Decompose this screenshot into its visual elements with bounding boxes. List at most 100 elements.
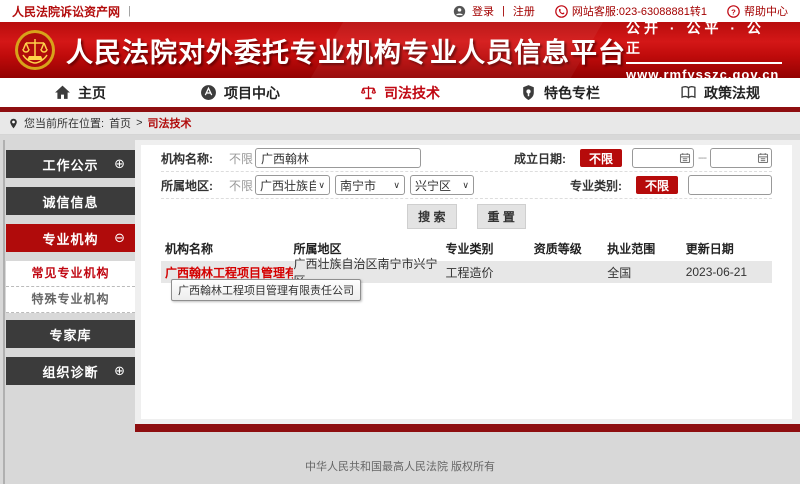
footer: 中华人民共和国最高人民法院 版权所有 xyxy=(0,432,800,484)
sidebar-item-expert-pool-label: 专家库 xyxy=(49,325,91,344)
city-select-value: 南宁市 xyxy=(340,177,391,194)
region-any[interactable]: 不限 xyxy=(229,177,255,194)
category-any-button[interactable]: 不限 xyxy=(636,176,678,194)
org-name-any[interactable]: 不限 xyxy=(229,150,255,167)
district-select[interactable]: 兴宁区 ∨ xyxy=(410,175,474,195)
org-name-label: 机构名称: xyxy=(161,150,229,167)
expand-icon[interactable]: ⊕ xyxy=(114,156,126,172)
established-label: 成立日期: xyxy=(514,150,580,167)
form-row-region: 所属地区: 不限 广西壮族自治区 ∨ 南宁市 ∨ 兴宁区 ∨ 专业类别: 不限 xyxy=(161,172,772,199)
topbar: 人民法院诉讼资产网 | 登录 | 注册 网站客服:023-63088881转1 … xyxy=(0,0,800,22)
category-group: 专业类别: 不限 xyxy=(570,175,772,195)
panel-bottom-bar xyxy=(135,424,800,432)
header-org-name: 机构名称 xyxy=(161,240,293,257)
help-group: ? 帮助中心 xyxy=(727,3,788,19)
nav-featured-label: 特色专栏 xyxy=(544,83,600,103)
location-icon xyxy=(8,118,19,129)
chevron-down-icon: ∨ xyxy=(462,180,469,191)
shield-icon xyxy=(520,84,537,101)
topbar-divider: | xyxy=(128,5,131,17)
main-content: 机构名称: 不限 成立日期: 不限 --- xyxy=(135,140,800,424)
calendar-icon[interactable] xyxy=(679,152,691,164)
site-title: 人民法院对外委托专业机构专业人员信息平台 xyxy=(66,31,626,70)
sidebar-item-professional-orgs-label: 专业机构 xyxy=(42,229,98,248)
header-category: 专业类别 xyxy=(445,240,533,257)
province-select[interactable]: 广西壮族自治区 ∨ xyxy=(255,175,330,195)
nav-judicial-tech-label: 司法技术 xyxy=(384,83,440,103)
breadcrumb-prefix: 您当前所在位置: xyxy=(24,115,104,131)
category-label: 专业类别: xyxy=(570,177,636,194)
nav-project-center[interactable]: 项目中心 xyxy=(160,78,320,107)
row-org-name-cell: 广西翰林工程项目管理有限责任... xyxy=(161,264,293,281)
category-input[interactable] xyxy=(688,175,772,195)
nav-featured[interactable]: 特色专栏 xyxy=(480,78,640,107)
svg-text:?: ? xyxy=(731,7,736,16)
phone-icon xyxy=(555,5,568,18)
sidebar-item-work-publicity[interactable]: 工作公示 ⊕ xyxy=(6,150,135,178)
book-icon xyxy=(680,84,697,101)
sidebar-item-org-diagnosis-label: 组织诊断 xyxy=(42,362,98,381)
nav-policy-label: 政策法规 xyxy=(704,83,760,103)
sidebar-item-integrity-info-label: 诚信信息 xyxy=(42,192,98,211)
banner-right: 公开 · 公平 · 公正 www.rmfysszc.gov.cn xyxy=(626,22,786,78)
reset-button[interactable]: 重 置 xyxy=(477,204,526,229)
login-link[interactable]: 登录 xyxy=(472,3,494,19)
main-nav: 主页 项目中心 司法技术 特色专栏 政策法规 xyxy=(0,78,800,112)
form-buttons: 搜 索 重 置 xyxy=(161,199,772,233)
help-icon: ? xyxy=(727,5,740,18)
sidebar: 工作公示 ⊕ 诚信信息 专业机构 ⊖ 常见专业机构 特殊专业机构 专家库 组织诊… xyxy=(6,140,135,394)
register-link[interactable]: 注册 xyxy=(513,3,535,19)
topbar-right: 登录 | 注册 网站客服:023-63088881转1 ? 帮助中心 xyxy=(453,3,788,19)
sidebar-submenu: 常见专业机构 特殊专业机构 xyxy=(6,261,135,313)
org-name-input[interactable] xyxy=(255,148,421,168)
header-region: 所属地区 xyxy=(293,240,445,257)
breadcrumb-separator: > xyxy=(136,117,142,129)
sidebar-item-work-publicity-label: 工作公示 xyxy=(42,155,98,174)
row-category-cell: 工程造价 xyxy=(445,264,533,281)
sidebar-subitem-special-orgs[interactable]: 特殊专业机构 xyxy=(6,287,135,313)
established-any-button[interactable]: 不限 xyxy=(580,149,622,167)
help-link[interactable]: 帮助中心 xyxy=(744,3,788,19)
header-updated: 更新日期 xyxy=(686,240,772,257)
sidebar-item-expert-pool[interactable]: 专家库 xyxy=(6,320,135,348)
service-group: 网站客服:023-63088881转1 xyxy=(555,3,707,19)
established-group: 成立日期: 不限 --- xyxy=(514,148,772,168)
project-center-icon xyxy=(200,84,217,101)
sidebar-item-integrity-info[interactable]: 诚信信息 xyxy=(6,187,135,215)
search-panel: 机构名称: 不限 成立日期: 不限 --- xyxy=(141,145,792,419)
date-range-separator: --- xyxy=(698,152,706,164)
nav-policy[interactable]: 政策法规 xyxy=(640,78,800,107)
banner-url: www.rmfysszc.gov.cn xyxy=(626,64,782,78)
court-emblem-icon xyxy=(14,29,56,71)
sidebar-item-org-diagnosis[interactable]: 组织诊断 ⊕ xyxy=(6,357,135,385)
user-icon xyxy=(453,5,466,18)
breadcrumb: 您当前所在位置: 首页 > 司法技术 xyxy=(0,112,800,135)
chevron-down-icon: ∨ xyxy=(393,180,400,191)
city-select[interactable]: 南宁市 ∨ xyxy=(335,175,405,195)
nav-home-label: 主页 xyxy=(78,83,106,103)
site-name-link[interactable]: 人民法院诉讼资产网 xyxy=(12,3,120,20)
breadcrumb-home[interactable]: 首页 xyxy=(109,115,131,131)
province-select-value: 广西壮族自治区 xyxy=(260,177,316,194)
org-name-tooltip: 广西翰林工程项目管理有限责任公司 xyxy=(171,279,361,301)
collapse-icon[interactable]: ⊖ xyxy=(114,230,126,246)
org-name-link[interactable]: 广西翰林工程项目管理有限责任... xyxy=(165,266,293,280)
footer-copyright: 中华人民共和国最高人民法院 版权所有 xyxy=(305,461,495,473)
sidebar-item-professional-orgs[interactable]: 专业机构 ⊖ xyxy=(6,224,135,252)
service-phone[interactable]: 网站客服:023-63088881转1 xyxy=(572,3,707,19)
calendar-icon[interactable] xyxy=(757,152,769,164)
header-scope: 执业范围 xyxy=(607,240,685,257)
nav-judicial-tech[interactable]: 司法技术 xyxy=(320,78,480,107)
region-label: 所属地区: xyxy=(161,177,229,194)
nav-home[interactable]: 主页 xyxy=(0,78,160,107)
header-level: 资质等级 xyxy=(534,240,608,257)
sidebar-subitem-common-orgs[interactable]: 常见专业机构 xyxy=(6,261,135,287)
row-updated-cell: 2023-06-21 xyxy=(686,265,772,279)
scales-icon xyxy=(360,84,377,101)
home-icon xyxy=(54,84,71,101)
district-select-value: 兴宁区 xyxy=(415,177,460,194)
expand-icon[interactable]: ⊕ xyxy=(114,363,126,379)
topbar-left: 人民法院诉讼资产网 | xyxy=(12,3,131,20)
search-button[interactable]: 搜 索 xyxy=(407,204,456,229)
row-scope-cell: 全国 xyxy=(607,264,685,281)
